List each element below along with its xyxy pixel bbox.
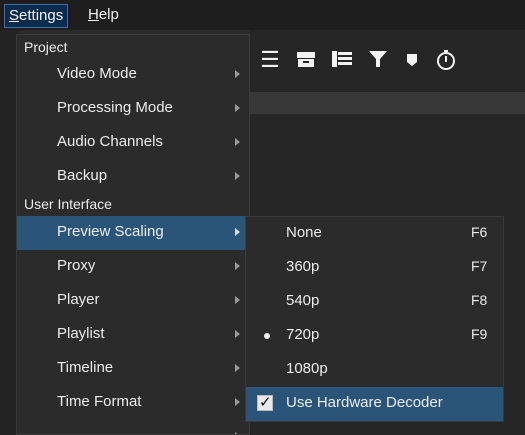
menu-help-label: Help [88,6,119,23]
submenu-arrow-icon [235,228,240,236]
menu-item-preview-scaling[interactable]: Preview Scaling [17,216,249,250]
submenu-arrow-icon [235,262,240,270]
scaling-option-540p[interactable]: 540p F8 [246,285,503,319]
scaling-option-label: None [286,224,322,241]
scaling-option-1080p[interactable]: 1080p [246,353,503,387]
menu-item-label: Time Format [57,393,142,410]
scaling-option-label: 540p [286,292,320,309]
checkbox-checked-icon [257,393,273,411]
preview-scaling-submenu: None F6 360p F7 540p F8 720p F9 1080p Us… [245,216,504,422]
submenu-arrow-icon [235,70,240,78]
submenu-arrow-icon [235,330,240,338]
menu-item-label: Playlist [57,325,105,342]
submenu-arrow-icon [235,104,240,112]
scaling-option-720p[interactable]: 720p F9 [246,319,503,353]
menu-item-playlist[interactable]: Playlist [17,318,249,352]
toolbar: ☰ [250,30,525,92]
menu-item-label: Player [57,291,100,308]
menu-section-project: Project [24,39,68,55]
submenu-arrow-icon [235,398,240,406]
timer-icon[interactable] [434,48,458,72]
menu-settings[interactable]: Settings [4,4,69,28]
submenu-arrow-icon [235,296,240,304]
use-hardware-decoder-toggle[interactable]: Use Hardware Decoder [246,387,503,421]
submenu-arrow-icon [235,364,240,372]
shortcut-label: F9 [471,326,488,342]
menu-item-label: Video Mode [57,65,137,82]
scaling-option-label: 360p [286,258,320,275]
menu-item-label: Preview Scaling [57,223,164,240]
scaling-option-none[interactable]: None F6 [246,217,503,251]
list-icon[interactable]: ☰ [258,48,282,72]
menu-item-time-format[interactable]: Time Format [17,386,249,420]
scaling-option-label: 720p [286,326,320,343]
menu-bar: Settings Help [0,0,525,30]
scaling-option-360p[interactable]: 360p F7 [246,251,503,285]
menu-item-partial[interactable] [17,420,249,434]
use-hardware-decoder-label: Use Hardware Decoder [286,394,443,411]
menu-item-label: Timeline [57,359,114,376]
menu-item-audio-channels[interactable]: Audio Channels [17,126,249,160]
filter-icon[interactable] [366,48,390,72]
menu-settings-label: Settings [9,7,64,24]
menu-item-backup[interactable]: Backup [17,160,249,194]
shortcut-label: F7 [471,258,488,274]
menu-item-label: Processing Mode [57,99,173,116]
panel-header-strip [250,92,525,114]
radio-selected-icon [264,333,270,339]
shortcut-label: F6 [471,224,488,240]
menu-section-user-interface: User Interface [24,196,112,212]
submenu-arrow-icon [235,172,240,180]
settings-menu: Project Video Mode Processing Mode Audio… [16,34,250,435]
shortcut-label: F8 [471,292,488,308]
menu-item-video-mode[interactable]: Video Mode [17,58,249,92]
menu-item-label: Proxy [57,257,96,274]
menu-item-timeline[interactable]: Timeline [17,352,249,386]
marker-icon[interactable] [400,48,424,72]
scaling-option-label: 1080p [286,360,328,377]
menu-item-player[interactable]: Player [17,284,249,318]
menu-item-processing-mode[interactable]: Processing Mode [17,92,249,126]
menu-item-proxy[interactable]: Proxy [17,250,249,284]
timeline-list-icon[interactable] [330,48,354,72]
archive-icon[interactable] [294,48,318,72]
menu-item-label: Backup [57,167,108,184]
submenu-arrow-icon [235,138,240,146]
menu-help[interactable]: Help [84,4,123,26]
menu-item-label: Audio Channels [57,133,163,150]
